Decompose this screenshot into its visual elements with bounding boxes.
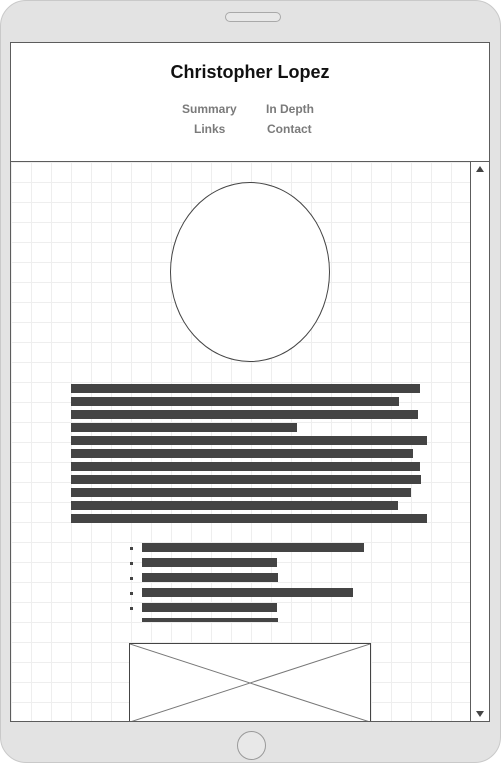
list-bullet [130, 562, 133, 565]
nav-link-summary[interactable]: Summary [182, 102, 237, 116]
list-item [142, 558, 277, 567]
text-line [71, 501, 398, 510]
text-line [71, 423, 297, 432]
image-placeholder-icon [130, 644, 370, 721]
text-line [71, 514, 427, 523]
content-area[interactable] [11, 162, 470, 721]
triangle-down-icon[interactable] [476, 711, 484, 717]
list-bullet [130, 592, 133, 595]
speaker-slot [225, 12, 281, 22]
list-bullet [130, 607, 133, 610]
text-line [71, 397, 399, 406]
text-line [71, 488, 411, 497]
list-bullet [130, 577, 133, 580]
tablet-frame: Christopher Lopez Summary In Depth Links… [0, 0, 501, 763]
nav-link-in-depth[interactable]: In Depth [266, 102, 314, 116]
home-button[interactable] [237, 731, 266, 760]
site-header: Christopher Lopez Summary In Depth Links… [11, 43, 489, 162]
text-line [71, 384, 420, 393]
image-placeholder [129, 643, 371, 721]
nav-link-links[interactable]: Links [194, 122, 225, 136]
list-bullet [130, 547, 133, 550]
text-line [71, 462, 420, 471]
nav-link-contact[interactable]: Contact [267, 122, 312, 136]
list-item [142, 573, 278, 582]
vertical-scrollbar[interactable] [470, 162, 489, 721]
list-item [142, 603, 277, 612]
triangle-up-icon[interactable] [476, 166, 484, 172]
text-line [71, 436, 427, 445]
screen: Christopher Lopez Summary In Depth Links… [10, 42, 490, 722]
text-line [71, 475, 421, 484]
list-item [142, 543, 364, 552]
text-line [71, 410, 418, 419]
text-line [71, 449, 413, 458]
page-title: Christopher Lopez [170, 62, 330, 82]
profile-photo-placeholder [170, 182, 330, 362]
list-item [142, 588, 353, 597]
list-item [142, 618, 278, 622]
